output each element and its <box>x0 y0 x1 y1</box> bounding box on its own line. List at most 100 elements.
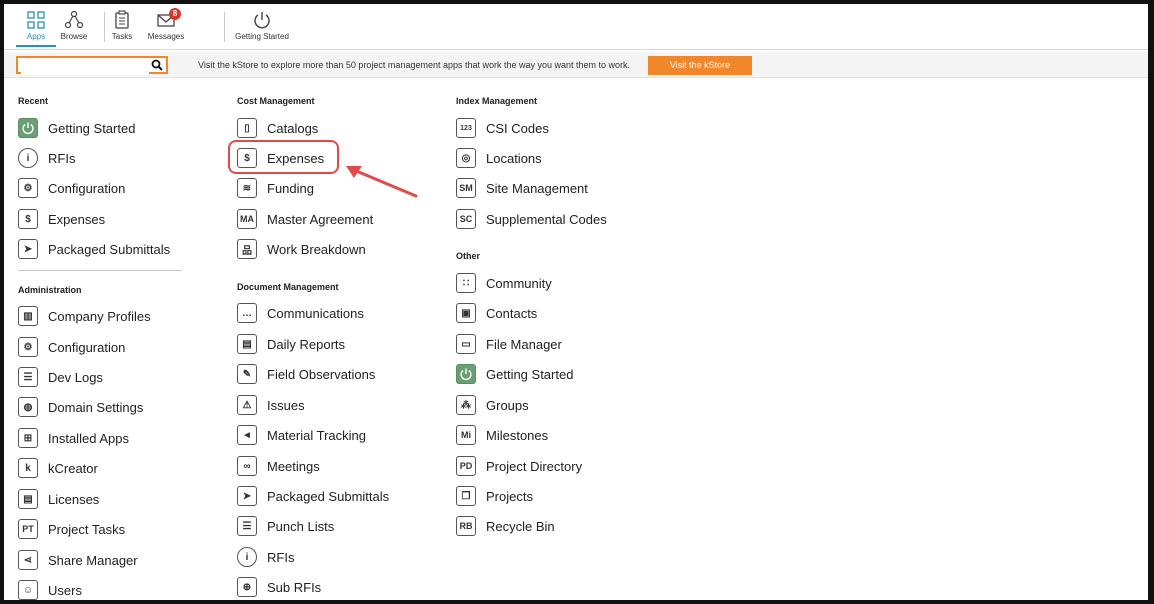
other-item-getting-started[interactable]: Getting Started <box>456 362 573 386</box>
kcreator-icon: k <box>18 458 38 478</box>
doc-item-rfis[interactable]: i RFIs <box>237 545 294 569</box>
recent-item-expenses[interactable]: $ Expenses <box>18 207 105 231</box>
admin-item-company-profiles[interactable]: ▥ Company Profiles <box>18 304 151 328</box>
cost-item-master-agreement[interactable]: MA Master Agreement <box>237 207 373 231</box>
cost-item-catalogs[interactable]: ▯ Catalogs <box>237 116 318 140</box>
observation-icon: ✎ <box>237 364 257 384</box>
admin-item-project-tasks[interactable]: PT Project Tasks <box>18 517 125 541</box>
warning-icon: ⚠ <box>237 395 257 415</box>
admin-item-share-manager[interactable]: ⋖ Share Manager <box>18 548 138 572</box>
other-item-file-manager[interactable]: ▭ File Manager <box>456 332 562 356</box>
pt-icon: PT <box>18 519 38 539</box>
administration-heading: Administration <box>18 285 82 295</box>
doc-item-packaged-submittals[interactable]: ➤ Packaged Submittals <box>237 484 389 508</box>
messages-tab-label: Messages <box>147 32 185 41</box>
item-label: Packaged Submittals <box>48 241 171 257</box>
getting-started-tab-label: Getting Started <box>235 32 289 41</box>
search-icon[interactable] <box>151 59 163 71</box>
item-label: File Manager <box>486 336 562 352</box>
recent-item-configuration[interactable]: ⚙ Configuration <box>18 176 125 200</box>
admin-item-domain-settings[interactable]: ◍ Domain Settings <box>18 395 143 419</box>
item-label: Sub RFIs <box>267 579 322 595</box>
item-label: RFIs <box>48 150 76 166</box>
item-label: Getting Started <box>48 120 136 136</box>
groups-icon: ⁂ <box>456 395 476 415</box>
doc-item-punch-lists[interactable]: ☰ Punch Lists <box>237 514 334 538</box>
other-item-project-directory[interactable]: PD Project Directory <box>456 454 582 478</box>
document-management-heading: Document Management <box>237 282 339 292</box>
other-heading: Other <box>456 251 481 261</box>
item-label: Community <box>486 275 552 291</box>
item-label: Punch Lists <box>267 518 335 534</box>
sm-icon: SM <box>456 178 476 198</box>
admin-item-dev-logs[interactable]: ☰ Dev Logs <box>18 365 103 389</box>
admin-item-users[interactable]: ☺ Users <box>18 578 82 602</box>
recent-item-rfis[interactable]: i RFIs <box>18 146 75 170</box>
community-icon: ∷ <box>456 273 476 293</box>
item-label: Work Breakdown <box>267 241 366 257</box>
index-item-site-management[interactable]: SM Site Management <box>456 176 588 200</box>
license-icon: ▤ <box>18 489 38 509</box>
admin-item-kcreator[interactable]: k kCreator <box>18 456 98 480</box>
apps-tab-label: Apps <box>26 32 46 41</box>
browse-icon <box>64 10 84 29</box>
doc-item-communications[interactable]: … Communications <box>237 301 364 325</box>
item-label: Domain Settings <box>48 399 144 415</box>
admin-item-configuration[interactable]: ⚙ Configuration <box>18 335 125 359</box>
other-item-community[interactable]: ∷ Community <box>456 271 552 295</box>
other-item-groups[interactable]: ⁂ Groups <box>456 393 529 417</box>
doc-item-material-tracking[interactable]: ◄ Material Tracking <box>237 423 366 447</box>
gear-icon: ⚙ <box>18 178 38 198</box>
item-label: Contacts <box>486 305 538 321</box>
cost-item-funding[interactable]: ≋ Funding <box>237 176 314 200</box>
doc-item-field-observations[interactable]: ✎ Field Observations <box>237 362 375 386</box>
item-label: Installed Apps <box>48 430 129 446</box>
other-item-projects[interactable]: ❐ Projects <box>456 484 533 508</box>
other-item-milestones[interactable]: Mi Milestones <box>456 423 548 447</box>
index-management-heading: Index Management <box>456 96 538 106</box>
csi-icon: 123 <box>456 118 476 138</box>
pointer-arrow-icon <box>346 166 418 198</box>
location-icon: ◎ <box>456 148 476 168</box>
item-label: Daily Reports <box>267 336 346 352</box>
visit-kstore-button[interactable]: Visit the kStore <box>648 56 752 75</box>
getting-started-tab[interactable]: Getting Started <box>234 10 290 41</box>
cost-item-work-breakdown[interactable]: 品 Work Breakdown <box>237 237 366 261</box>
company-icon: ▥ <box>18 306 38 326</box>
contacts-icon: ▣ <box>456 303 476 323</box>
submittal-icon: ➤ <box>237 486 257 506</box>
power-icon <box>18 118 38 138</box>
doc-item-daily-reports[interactable]: ▤ Daily Reports <box>237 332 345 356</box>
messages-tab[interactable]: 8 Messages <box>136 8 196 41</box>
doc-item-sub-rfis[interactable]: ⊕ Sub RFIs <box>237 575 321 599</box>
search-input[interactable] <box>21 61 149 75</box>
kstore-promo-text: Visit the kStore to explore more than 50… <box>198 60 631 70</box>
admin-item-installed-apps[interactable]: ⊞ Installed Apps <box>18 426 129 450</box>
hierarchy-icon: 品 <box>237 239 257 259</box>
item-label: Project Tasks <box>48 521 126 537</box>
recent-item-getting-started[interactable]: Getting Started <box>18 116 135 140</box>
item-label: Share Manager <box>48 552 138 568</box>
other-item-contacts[interactable]: ▣ Contacts <box>456 301 537 325</box>
other-item-recycle-bin[interactable]: RB Recycle Bin <box>456 514 555 538</box>
recent-item-packaged-submittals[interactable]: ➤ Packaged Submittals <box>18 237 170 261</box>
item-label: Getting Started <box>486 366 574 382</box>
doc-item-issues[interactable]: ⚠ Issues <box>237 393 305 417</box>
expenses-highlight <box>228 140 339 174</box>
index-item-supplemental-codes[interactable]: SC Supplemental Codes <box>456 207 607 231</box>
rfi-icon: i <box>237 547 257 567</box>
index-item-csi-codes[interactable]: 123 CSI Codes <box>456 116 549 140</box>
admin-item-licenses[interactable]: ▤ Licenses <box>18 487 99 511</box>
item-label: Field Observations <box>267 366 376 382</box>
item-label: Catalogs <box>267 120 319 136</box>
mi-icon: Mi <box>456 425 476 445</box>
pd-icon: PD <box>456 456 476 476</box>
doc-item-meetings[interactable]: ∞ Meetings <box>237 454 320 478</box>
index-item-locations[interactable]: ◎ Locations <box>456 146 542 170</box>
item-label: Projects <box>486 488 533 504</box>
item-label: Material Tracking <box>267 427 366 443</box>
item-label: Milestones <box>486 427 549 443</box>
sub-rfi-icon: ⊕ <box>237 577 257 597</box>
user-icon: ☺ <box>18 580 38 600</box>
send-icon: ◄ <box>237 425 257 445</box>
